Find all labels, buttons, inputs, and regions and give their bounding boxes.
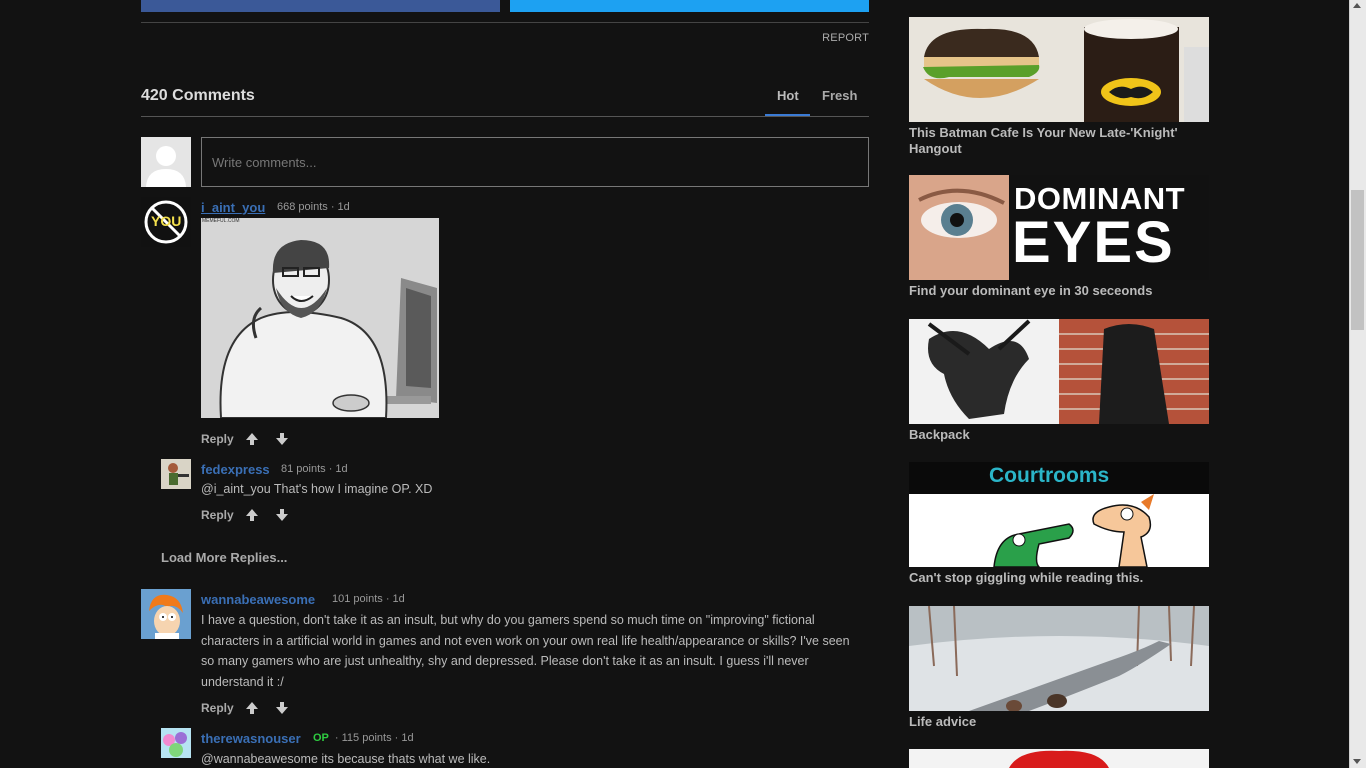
sidebar-post-image: Courtrooms xyxy=(909,462,1209,567)
sidebar-post[interactable]: This Batman Cafe Is Your New Late-'Knigh… xyxy=(909,17,1209,157)
comments-count-title: 420 Comments xyxy=(141,87,255,104)
upvote-arrow-icon[interactable] xyxy=(245,508,259,522)
page-scrollbar[interactable] xyxy=(1349,0,1366,768)
avatar[interactable] xyxy=(161,728,191,758)
user-avatar-placeholder xyxy=(141,137,191,187)
sidebar-post-title: This Batman Cafe Is Your New Late-'Knigh… xyxy=(909,125,1178,156)
report-link[interactable]: REPORT xyxy=(822,32,869,44)
avatar-text: YOU xyxy=(151,213,182,229)
downvote-arrow-icon[interactable] xyxy=(275,508,289,522)
comment-meta: 101 points · 1d xyxy=(332,593,405,605)
scroll-down-icon[interactable] xyxy=(1353,759,1361,764)
sidebar-post-title: Backpack xyxy=(909,427,970,442)
reply-button[interactable]: Reply xyxy=(201,701,234,715)
sidebar-post-image xyxy=(909,17,1209,122)
comment-meta: 81 points · 1d xyxy=(281,463,348,475)
avatar[interactable]: YOU xyxy=(141,197,191,247)
comment-username[interactable]: fedexpress xyxy=(201,462,270,477)
reply-button[interactable]: Reply xyxy=(201,432,234,446)
comment-username[interactable]: therewasnouser xyxy=(201,731,301,746)
sidebar-post[interactable]: Courtrooms Can't stop giggling while rea… xyxy=(909,462,1209,586)
write-comment-input[interactable] xyxy=(201,137,869,187)
image-headline: EYES xyxy=(1012,210,1175,275)
comment-text: @i_aint_you That's how I imagine OP. XD xyxy=(201,482,433,496)
comment-meta: 668 points · 1d xyxy=(277,201,350,213)
load-more-replies-button[interactable]: Load More Replies... xyxy=(161,550,287,565)
avatar[interactable] xyxy=(141,589,191,639)
downvote-arrow-icon[interactable] xyxy=(275,701,289,715)
reply-button[interactable]: Reply xyxy=(201,508,234,522)
comment-points: · 115 points · 1d xyxy=(334,732,414,744)
divider xyxy=(141,22,869,23)
downvote-arrow-icon[interactable] xyxy=(275,432,289,446)
sidebar-post-image: DOMINANT EYES xyxy=(909,175,1209,280)
image-headline: Courtrooms xyxy=(989,464,1110,487)
sidebar-post-image xyxy=(909,606,1209,711)
sidebar-post-title: Find your dominant eye in 30 seceonds xyxy=(909,283,1153,298)
op-badge: OP xyxy=(313,732,329,744)
sidebar-post-title: Can't stop giggling while reading this. xyxy=(909,570,1144,585)
divider xyxy=(141,116,869,117)
comment-username[interactable]: wannabeawesome xyxy=(201,592,315,607)
twitter-share-button[interactable] xyxy=(510,0,869,12)
comment-text: @wannabeawesome its because thats what w… xyxy=(201,752,491,766)
sidebar-post[interactable]: Life advice xyxy=(909,606,1209,730)
person-icon xyxy=(146,146,186,187)
comment-text: I have a question, don't take it as an i… xyxy=(201,613,850,689)
comment-image[interactable]: MEMEFUL.COM xyxy=(201,218,439,418)
sidebar-post[interactable]: Backpack xyxy=(909,319,1209,443)
sidebar-post[interactable] xyxy=(909,749,1209,768)
upvote-arrow-icon[interactable] xyxy=(245,432,259,446)
sidebar-post-image xyxy=(909,749,1209,768)
image-watermark: MEMEFUL.COM xyxy=(202,218,240,224)
scroll-up-icon[interactable] xyxy=(1353,3,1361,8)
scrollbar-thumb[interactable] xyxy=(1351,190,1364,330)
avatar[interactable] xyxy=(161,459,191,489)
comment-meta: OP · 115 points · 1d xyxy=(313,732,414,744)
sidebar-post-title: Life advice xyxy=(909,714,977,729)
comment-username[interactable]: i_aint_you xyxy=(201,200,265,215)
facebook-share-button[interactable] xyxy=(141,0,500,12)
tab-fresh[interactable]: Fresh xyxy=(822,88,857,103)
sidebar-post-image xyxy=(909,319,1209,424)
upvote-arrow-icon[interactable] xyxy=(245,701,259,715)
tab-hot[interactable]: Hot xyxy=(777,88,799,103)
sidebar-post[interactable]: DOMINANT EYES Find your dominant eye in … xyxy=(909,175,1209,299)
